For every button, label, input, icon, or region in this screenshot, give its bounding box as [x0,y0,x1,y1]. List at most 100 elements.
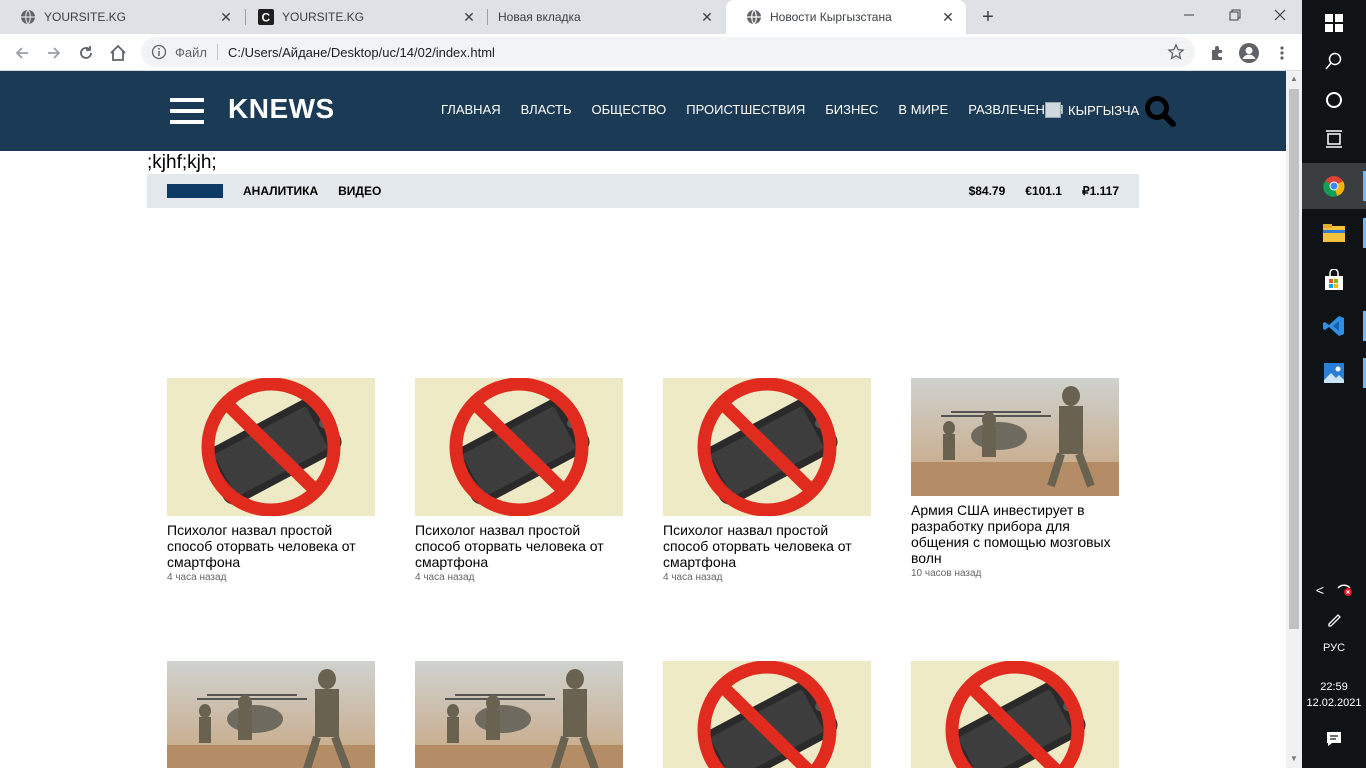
hamburger-menu-icon[interactable] [170,98,204,124]
forward-icon[interactable] [40,39,68,67]
soldiers-image[interactable] [167,661,375,768]
tab-title: Новости Кыргызстана [770,10,892,24]
page-scrollbar[interactable]: ▲ ▼ [1286,71,1302,768]
profile-icon[interactable] [1235,39,1263,67]
rate-eur: €101.1 [1025,184,1062,198]
clock-time[interactable]: 22:59 [1302,681,1366,693]
soldiers-image[interactable] [415,661,623,768]
no-phone-image[interactable] [663,661,871,768]
card-time: 4 часа назад [415,572,475,583]
no-phone-image[interactable] [167,378,375,516]
news-card[interactable]: Армия США инвестирует в разработку прибо… [911,378,1119,579]
secondary-nav: ВАЖНЫЕ АНАЛИТИКА ВИДЕО [167,184,401,198]
subnav-important[interactable]: ВАЖНЫЕ [167,184,223,198]
c-logo-icon: C [258,9,274,25]
tab-title: Новая вкладка [498,10,581,24]
news-card[interactable]: Психолог назвал простой способ оторвать … [167,378,375,583]
card-title[interactable]: Психолог назвал простой способ оторвать … [415,522,623,570]
browser-toolbar: Файл C:/Users/Айдане/Desktop/uc/14/02/in… [0,34,1302,71]
nav-item-power[interactable]: ВЛАСТЬ [521,102,572,117]
home-icon[interactable] [104,39,132,67]
photos-icon[interactable] [1302,350,1366,396]
restore-icon[interactable] [1212,0,1258,30]
news-card[interactable] [911,661,1119,768]
info-icon[interactable] [151,44,167,60]
scroll-up-icon[interactable]: ▲ [1290,75,1298,83]
clock-date[interactable]: 12.02.2021 [1302,697,1366,709]
no-phone-image[interactable] [663,378,871,516]
new-tab-icon[interactable]: + [977,6,999,28]
notification-icon[interactable] [1302,716,1366,762]
scrollbar-thumb[interactable] [1289,89,1299,629]
rate-usd: $84.79 [968,184,1006,198]
card-time: 4 часа назад [663,572,723,583]
soldiers-image[interactable] [911,378,1119,496]
nav-item-society[interactable]: ОБЩЕСТВО [592,102,667,117]
news-card[interactable]: Психолог назвал простой способ оторвать … [663,378,871,583]
address-bar[interactable]: Файл C:/Users/Айдане/Desktop/uc/14/02/in… [141,37,1195,67]
vscode-icon[interactable] [1302,303,1366,349]
svg-text:C: C [262,11,271,25]
news-card[interactable] [415,661,623,768]
language-label: КЫРГЫЗЧА [1068,102,1140,118]
store-icon[interactable] [1302,257,1366,303]
subnav-analytics[interactable]: АНАЛИТИКА [243,184,318,198]
currency-rates: $84.79 €101.1 ₽1.117 [949,184,1119,198]
globe-icon [20,9,36,25]
protocol-label: Файл [175,44,207,60]
card-title[interactable]: Психолог назвал простой способ оторвать … [167,522,375,570]
tab-2[interactable]: C YOURSITE.KG ✕ [238,0,487,34]
tab-title: YOURSITE.KG [282,10,365,24]
bookmark-star-icon[interactable] [1167,43,1185,61]
input-language[interactable]: РУС [1302,642,1366,654]
menu-kebab-icon[interactable] [1268,39,1296,67]
file-explorer-icon[interactable] [1302,210,1366,256]
close-icon[interactable]: ✕ [699,9,715,25]
news-card[interactable] [663,661,871,768]
search-icon[interactable] [1143,94,1177,128]
close-icon[interactable]: ✕ [218,9,234,25]
close-window-icon[interactable] [1257,0,1303,30]
news-card[interactable]: Психолог назвал простой способ оторвать … [415,378,623,583]
task-view-icon[interactable] [1302,116,1366,162]
nav-item-home[interactable]: ГЛАВНАЯ [441,102,501,117]
card-title[interactable]: Армия США инвестирует в разработку прибо… [911,502,1119,566]
card-time: 10 часов назад [911,568,982,579]
tab-title: YOURSITE.KG [44,10,127,24]
site-header: KNEWS ГЛАВНАЯ ВЛАСТЬ ОБЩЕСТВО ПРОИСТШЕСТ… [0,71,1286,151]
chrome-taskbar-icon[interactable] [1302,163,1366,209]
screen: YOURSITE.KG ✕ C YOURSITE.KG ✕ Новая вкла… [0,0,1366,768]
stray-text: ;kjhf;kjh; [147,152,217,173]
url-text[interactable]: C:/Users/Айдане/Desktop/uc/14/02/index.h… [228,45,495,60]
news-card[interactable] [167,661,375,768]
tab-active[interactable]: Новости Кыргызстана ✕ [726,0,966,34]
back-icon[interactable] [8,39,36,67]
windows-taskbar: < РУС 22:59 12.02.2021 [1302,0,1366,768]
page-viewport: KNEWS ГЛАВНАЯ ВЛАСТЬ ОБЩЕСТВО ПРОИСТШЕСТ… [0,71,1286,768]
globe-icon [746,9,762,25]
site-logo[interactable]: KNEWS [228,93,335,125]
no-phone-image[interactable] [415,378,623,516]
secondary-bar: ВАЖНЫЕ АНАЛИТИКА ВИДЕО $84.79 €101.1 ₽1.… [147,174,1139,208]
no-phone-image[interactable] [911,661,1119,768]
card-time: 4 часа назад [167,572,227,583]
card-title[interactable]: Психолог назвал простой способ оторвать … [663,522,871,570]
subnav-video[interactable]: ВИДЕО [338,184,381,198]
broken-image-icon [1045,102,1061,118]
close-icon[interactable]: ✕ [940,9,956,25]
nav-item-incidents[interactable]: ПРОИСТШЕСТВИЯ [686,102,805,117]
language-switch[interactable]: КЫРГЫЗЧА [1045,102,1139,118]
nav-item-world[interactable]: В МИРЕ [898,102,948,117]
nav-item-business[interactable]: БИЗНЕС [825,102,878,117]
close-icon[interactable]: ✕ [461,9,477,25]
rate-rub: ₽1.117 [1081,184,1119,198]
tab-strip: YOURSITE.KG ✕ C YOURSITE.KG ✕ Новая вкла… [0,0,1302,34]
reload-icon[interactable] [72,39,100,67]
minimize-icon[interactable] [1166,0,1212,30]
tab-3[interactable]: Новая вкладка ✕ [478,0,725,34]
main-nav: ГЛАВНАЯ ВЛАСТЬ ОБЩЕСТВО ПРОИСТШЕСТВИЯ БИ… [441,102,1084,117]
tab-1[interactable]: YOURSITE.KG ✕ [0,0,244,34]
scroll-down-icon[interactable]: ▼ [1290,755,1298,763]
pen-icon[interactable] [1302,596,1366,642]
extensions-icon[interactable] [1203,39,1231,67]
